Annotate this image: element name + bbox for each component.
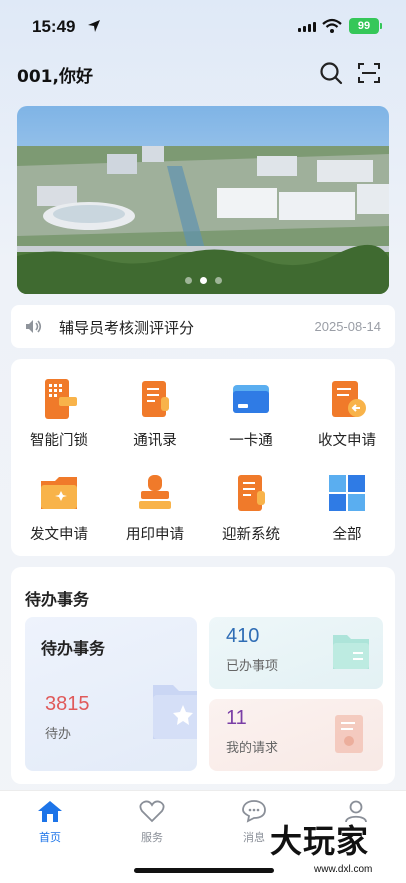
scan-icon[interactable] [356, 60, 382, 86]
smart-lock-icon [45, 379, 77, 419]
all-apps-icon [329, 475, 365, 511]
grid-item-label: 收文申请 [318, 433, 376, 449]
notice-bar[interactable]: 辅导员考核测评评分 2025-08-14 [11, 305, 395, 348]
grid-item-label: 一卡通 [229, 433, 273, 449]
pending-main-card[interactable]: 待办事务 3815 待办 [25, 617, 197, 771]
battery-icon: 99 [349, 18, 379, 34]
search-icon[interactable] [318, 60, 344, 86]
pending-label: 待办 [45, 727, 72, 742]
section-title: 待办事务 [25, 590, 90, 609]
tab-label: 首页 [39, 831, 61, 844]
pending-section: 待办事务 待办事务 3815 待办 410 已办事项 11 我的请求 [11, 567, 395, 784]
watermark-url: www.dxl.com [314, 864, 373, 875]
grid-item-card[interactable]: 一卡通 [203, 363, 299, 458]
status-bar: 15:49 99 [0, 0, 406, 52]
done-folder-icon [333, 635, 369, 669]
grid-item-seal[interactable]: 用印申请 [107, 457, 203, 552]
home-icon [38, 801, 62, 822]
tab-home[interactable]: 首页 [20, 799, 80, 845]
notice-text: 辅导员考核测评评分 [59, 319, 195, 337]
notice-date: 2025-08-14 [314, 319, 382, 334]
requests-count: 11 [226, 707, 247, 729]
wifi-icon [322, 18, 342, 33]
campus-aerial-image [17, 106, 389, 294]
done-items-card[interactable]: 410 已办事项 [209, 617, 383, 689]
grid-item-send-document[interactable]: 发文申请 [11, 457, 107, 552]
grid-item-receive-document[interactable]: 收文申请 [299, 363, 395, 458]
tab-services[interactable]: 服务 [122, 799, 182, 845]
grid-item-label: 用印申请 [126, 527, 184, 543]
grid-item-all[interactable]: 全部 [299, 457, 395, 552]
contacts-icon [142, 381, 169, 417]
heart-icon [139, 800, 165, 823]
grid-item-label: 全部 [332, 527, 362, 543]
speaker-icon [26, 320, 42, 333]
send-document-icon [41, 477, 77, 509]
grid-item-contacts[interactable]: 通讯录 [107, 363, 203, 458]
grid-item-smart-lock[interactable]: 智能门锁 [11, 363, 107, 458]
battery-cap [380, 23, 382, 29]
banner-carousel[interactable] [17, 106, 389, 294]
seal-icon [139, 475, 171, 509]
grid-item-welcome-system[interactable]: 迎新系统 [203, 457, 299, 552]
carousel-dot[interactable] [184, 277, 192, 284]
carousel-indicators[interactable] [17, 277, 389, 284]
grid-item-label: 智能门锁 [30, 433, 88, 449]
requests-label: 我的请求 [226, 741, 279, 756]
home-indicator[interactable] [134, 868, 274, 873]
pending-main-title: 待办事务 [41, 639, 106, 658]
cellular-signal-icon [298, 22, 316, 32]
carousel-dot[interactable] [214, 277, 222, 284]
greeting: 001,你好 [17, 67, 93, 87]
watermark-text: 大玩家 [270, 822, 370, 860]
my-requests-card[interactable]: 11 我的请求 [209, 699, 383, 771]
receive-document-icon [332, 381, 366, 417]
pending-count: 3815 [45, 693, 90, 715]
grid-item-label: 发文申请 [30, 527, 88, 543]
welcome-system-icon [238, 475, 265, 511]
status-time: 15:49 [32, 17, 76, 36]
request-document-icon [335, 715, 363, 753]
card-icon [233, 385, 269, 413]
grid-item-label: 迎新系统 [222, 527, 280, 543]
done-count: 410 [226, 625, 260, 647]
done-label: 已办事项 [226, 659, 279, 674]
tab-label: 服务 [141, 831, 163, 844]
watermark-logo: 大玩家 www.dxl.com [262, 814, 402, 882]
quick-services-grid: 智能门锁 通讯录 一卡通 收文申请 发文申请 用印申请 迎新系统 全部 [11, 359, 395, 556]
folder-star-icon [153, 685, 197, 739]
grid-item-label: 通讯录 [133, 433, 177, 449]
location-arrow-icon [88, 20, 100, 32]
carousel-dot-active[interactable] [199, 277, 207, 284]
